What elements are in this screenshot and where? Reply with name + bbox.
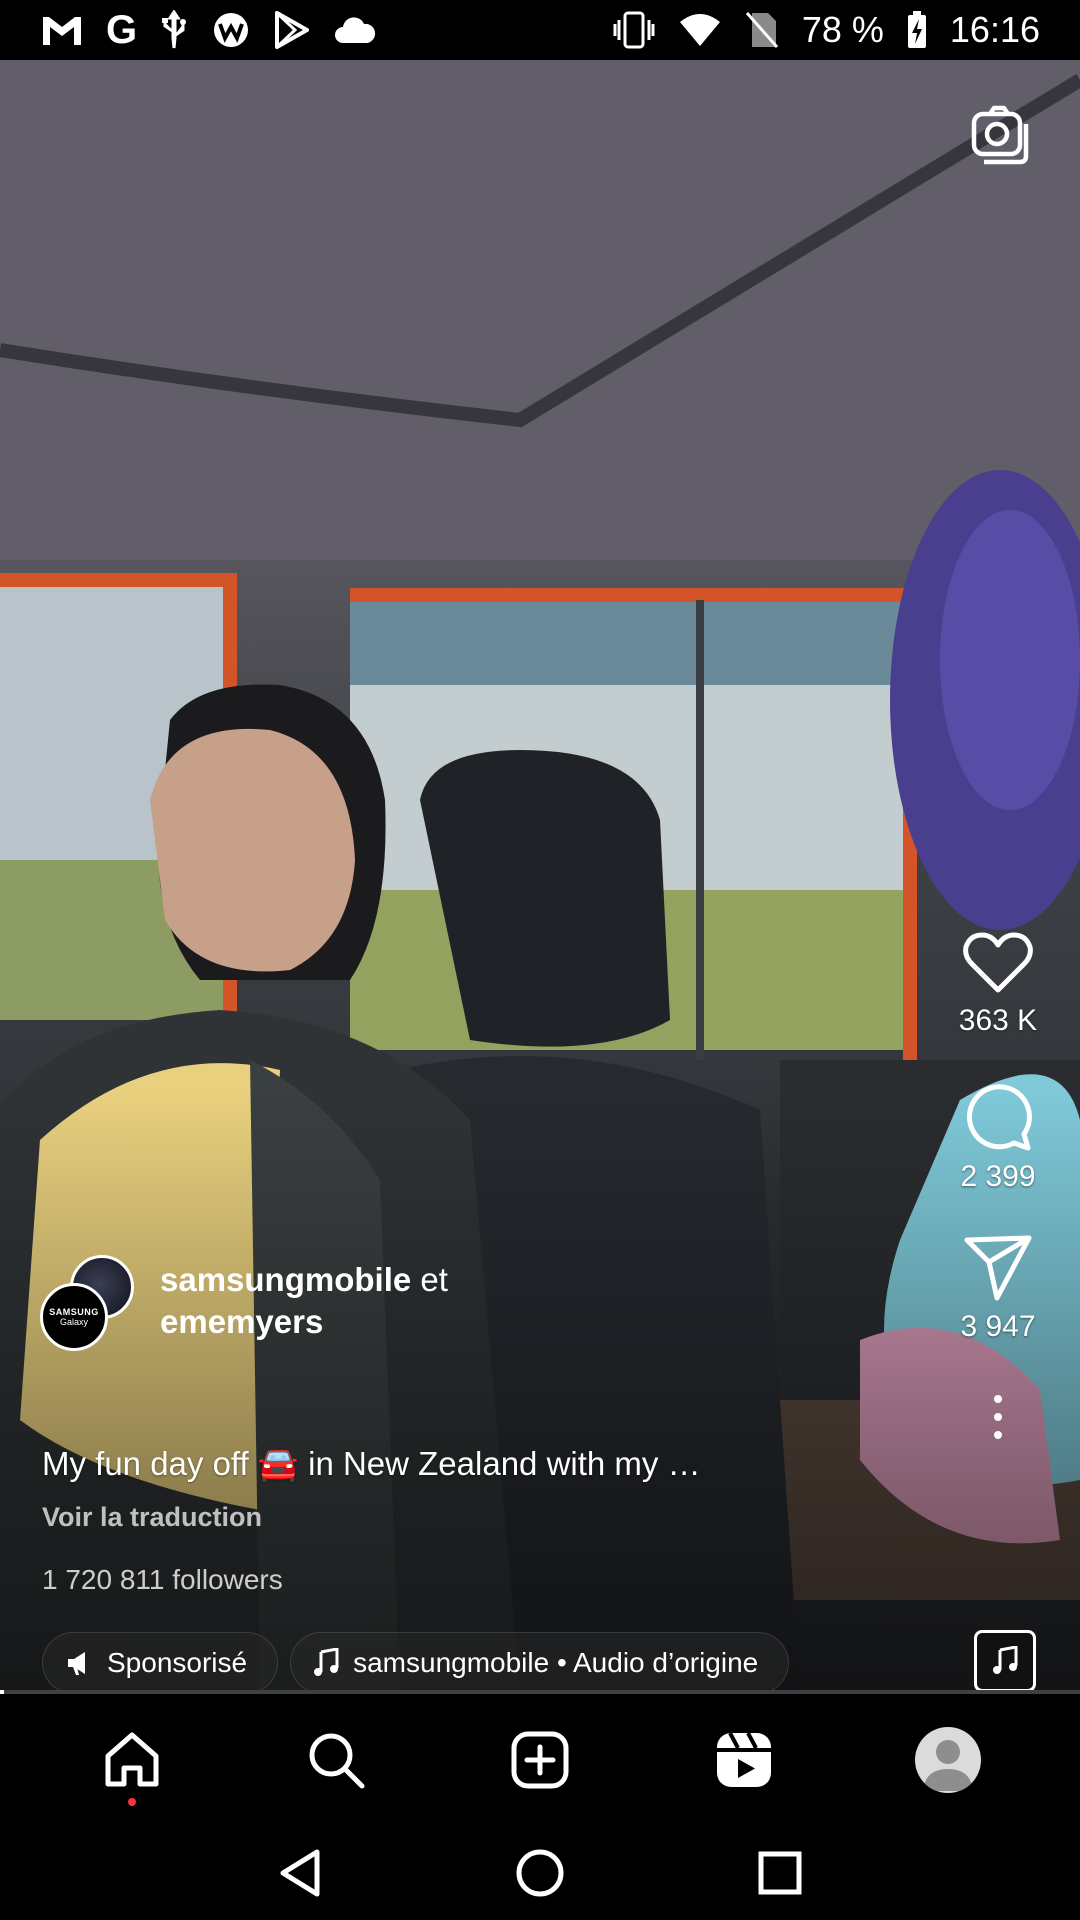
author-secondary-username[interactable]: ememyers	[160, 1303, 323, 1340]
reel-chips: Sponsorisé samsungmobile • Audio d’origi…	[42, 1632, 790, 1690]
author-avatars[interactable]: SAMSUNG Galaxy	[40, 1255, 140, 1355]
author-joiner: et	[420, 1261, 448, 1298]
system-navigation	[0, 1826, 1080, 1920]
vibrate-icon	[612, 10, 656, 50]
caption-text-start: My fun day off	[42, 1445, 249, 1482]
cloud-icon	[333, 10, 377, 50]
home-icon	[105, 1732, 159, 1787]
audio-chip[interactable]: samsungmobile • Audio d’origine	[290, 1632, 790, 1690]
battery-charging-icon	[906, 10, 928, 50]
no-sim-icon	[744, 10, 780, 50]
like-count: 363 K	[958, 1004, 1038, 1037]
samsungmobile-avatar[interactable]: SAMSUNG Galaxy	[40, 1283, 108, 1351]
play-store-icon	[273, 10, 311, 50]
share-count: 3 947	[960, 1310, 1036, 1343]
share-button[interactable]: 3 947	[928, 1234, 1068, 1344]
sponsored-chip[interactable]: Sponsorisé	[42, 1632, 279, 1690]
system-recents-button[interactable]	[735, 1828, 825, 1918]
reel-video[interactable]: 363 K 2 399 3 947 SAMSUNG Galaxy samsung…	[0, 60, 1080, 1690]
bottom-gradient	[0, 1090, 1080, 1690]
profile-icon	[915, 1727, 981, 1793]
reels-icon	[717, 1732, 771, 1787]
audio-thumbnail[interactable]	[974, 1630, 1036, 1690]
usb-icon	[159, 10, 189, 50]
author-primary-username[interactable]: samsungmobile	[160, 1261, 411, 1298]
more-vertical-icon	[994, 1395, 1002, 1439]
gmail-icon	[40, 10, 84, 50]
recents-icon	[758, 1851, 802, 1895]
nav-search[interactable]	[276, 1700, 396, 1820]
sponsored-label: Sponsorisé	[107, 1647, 248, 1678]
system-home-button[interactable]	[495, 1828, 585, 1918]
create-icon	[511, 1731, 569, 1789]
author-names[interactable]: samsungmobile et ememyers	[160, 1259, 448, 1343]
vpn-icon	[211, 10, 251, 50]
megaphone-icon	[68, 1652, 85, 1675]
comment-count: 2 399	[960, 1160, 1036, 1193]
action-rail: 363 K 2 399 3 947	[928, 930, 1068, 1442]
music-note-icon	[314, 1648, 339, 1676]
caption-text-end: in New Zealand with my …	[308, 1445, 701, 1482]
followers-count: 1 720 811 followers	[42, 1564, 283, 1595]
reel-author[interactable]: SAMSUNG Galaxy samsungmobile et ememyers	[40, 1255, 448, 1355]
search-icon	[309, 1733, 365, 1789]
clock: 16:16	[949, 9, 1040, 50]
system-back-button[interactable]	[255, 1828, 345, 1918]
car-emoji: 🚘	[257, 1445, 299, 1482]
avatar-sub-text: Galaxy	[59, 1317, 88, 1327]
nav-create[interactable]	[480, 1700, 600, 1820]
avatar-brand-text: SAMSUNG	[49, 1307, 99, 1317]
home-circle-icon	[516, 1849, 564, 1897]
comment-button[interactable]: 2 399	[928, 1080, 1068, 1194]
music-note-icon	[993, 1646, 1018, 1674]
audio-label: samsungmobile • Audio d’origine	[353, 1647, 759, 1678]
nav-profile[interactable]	[888, 1700, 1008, 1820]
comment-icon	[966, 1084, 1032, 1151]
google-icon: G	[106, 7, 138, 52]
nav-reels[interactable]	[684, 1700, 804, 1820]
more-options-button[interactable]	[928, 1392, 1068, 1442]
heart-icon	[963, 932, 1033, 993]
notification-dot	[128, 1798, 136, 1806]
reel-caption[interactable]: My fun day off 🚘 in New Zealand with my …	[42, 1445, 762, 1484]
bottom-navigation	[0, 1694, 1080, 1826]
wifi-icon	[678, 10, 722, 50]
nav-home[interactable]	[72, 1700, 192, 1820]
back-icon	[280, 1849, 320, 1897]
like-button[interactable]: 363 K	[928, 930, 1068, 1038]
status-bar: G 78 % 16:16	[0, 0, 1080, 60]
see-translation-link[interactable]: Voir la traduction	[42, 1502, 262, 1533]
camera-icon[interactable]	[970, 104, 1032, 166]
send-icon	[964, 1235, 1032, 1301]
battery-percent: 78 %	[801, 9, 884, 50]
